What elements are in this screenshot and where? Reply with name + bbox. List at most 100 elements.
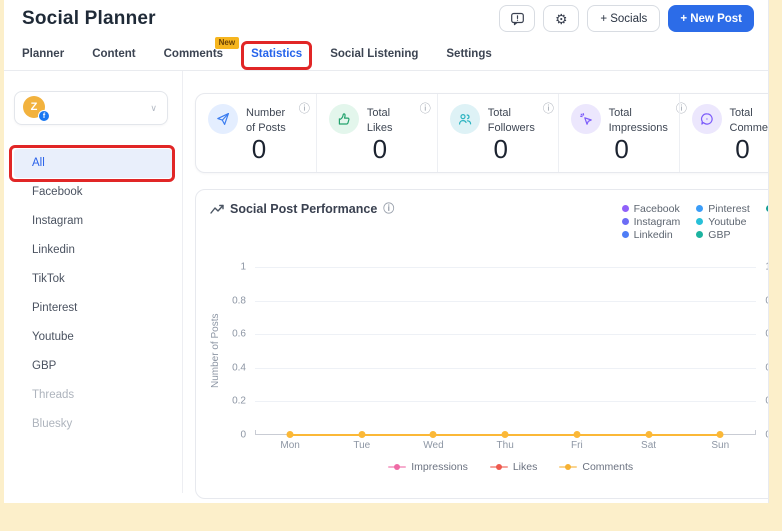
x-tick-label: Fri	[571, 440, 583, 451]
feedback-button[interactable]	[499, 5, 536, 32]
tab-statistics[interactable]: Statistics	[241, 41, 313, 70]
tab-social-listening[interactable]: Social Listening	[330, 48, 418, 70]
sidebar-item-tiktok[interactable]: TikTok	[14, 265, 172, 294]
chevron-down-icon: ∨	[150, 102, 157, 113]
legend-label: Impressions	[411, 461, 468, 473]
stat-total-followers: Total Followers ⓘ 0	[436, 94, 558, 172]
x-tick-label: Thu	[496, 440, 514, 451]
series-legend: Impressions Likes Comments	[210, 461, 768, 473]
thumbs-up-icon	[338, 113, 350, 125]
legend-item-facebook[interactable]: Facebook	[621, 202, 681, 215]
gridline	[255, 267, 757, 268]
y-tick: 0.4	[765, 362, 768, 373]
data-point-dot	[716, 431, 724, 438]
stat-value: 0	[614, 133, 629, 164]
legend-dot	[696, 205, 704, 212]
tab-settings[interactable]: Settings	[446, 48, 491, 70]
chart-title: Social Post Performance	[230, 202, 378, 216]
sidebar-item-youtube[interactable]: Youtube	[14, 323, 172, 352]
header-actions: ⚙ + Socials + New Post	[499, 5, 754, 32]
sidebar-item-gbp[interactable]: GBP	[14, 352, 172, 381]
account-avatar: Z f	[23, 96, 50, 122]
legend-marker	[388, 463, 407, 471]
legend-marker	[559, 463, 578, 471]
info-icon[interactable]: ⓘ	[383, 203, 394, 215]
cursor-click-icon	[579, 113, 592, 125]
y-tick: 0.6	[765, 329, 768, 340]
sidebar-item-all[interactable]: All	[9, 145, 175, 182]
legend-dot	[696, 218, 704, 225]
legend-impressions[interactable]: Impressions	[388, 461, 468, 473]
new-post-button[interactable]: + New Post	[668, 5, 754, 32]
legend-item-youtube[interactable]: Youtube	[696, 215, 749, 228]
sidebar-item-pinterest[interactable]: Pinterest	[14, 294, 172, 323]
legend-comments[interactable]: Comments	[559, 461, 633, 473]
legend-label: Instagram	[633, 215, 681, 228]
stat-label: Total Impressions	[608, 107, 668, 134]
stat-value: 0	[372, 133, 388, 164]
stat-label: Number of Posts	[246, 107, 286, 134]
legend-item-linkedin[interactable]: Linkedin	[621, 228, 681, 241]
settings-button[interactable]: ⚙	[543, 5, 580, 32]
legend-label: Comments	[582, 461, 634, 473]
y-tick: 0	[240, 429, 246, 441]
legend-label: Linkedin	[633, 228, 673, 241]
legend-likes[interactable]: Likes	[489, 461, 537, 473]
facebook-badge-icon: f	[38, 110, 50, 122]
stat-total-impressions: Total Impressions ⓘ 0	[557, 94, 687, 172]
legend-item-tiktok[interactable]: Tiktok	[765, 202, 768, 215]
sidebar-item-facebook[interactable]: Facebook	[14, 178, 172, 207]
data-point-dot	[286, 431, 294, 438]
info-icon[interactable]: ⓘ	[543, 104, 554, 115]
legend-item-gbp[interactable]: GBP	[696, 228, 749, 241]
data-point-dot	[501, 431, 509, 438]
stat-value: 0	[735, 133, 750, 164]
stat-label: Total Likes	[366, 107, 393, 134]
legend-item-instagram[interactable]: Instagram	[621, 215, 681, 228]
x-tick-label: Mon	[280, 440, 300, 451]
legend-dot	[696, 231, 704, 238]
legend-dot	[621, 218, 629, 225]
tab-comments[interactable]: Comments New	[164, 37, 240, 70]
y-ticks-right: 1 0.8 0.6 0.4 0.2 0	[756, 262, 768, 441]
info-icon[interactable]: ⓘ	[299, 104, 310, 115]
feedback-icon	[510, 12, 524, 25]
legend-dot	[765, 205, 768, 212]
send-icon	[217, 113, 229, 125]
sidebar-item-linkedin[interactable]: Linkedin	[14, 236, 172, 265]
legend-label: GBP	[708, 228, 731, 241]
y-tick: 1	[765, 262, 768, 273]
legend-dot	[621, 205, 629, 212]
account-selector[interactable]: Z f ∨	[14, 91, 168, 125]
data-point-dot	[429, 431, 437, 438]
app-header: Social Planner ⚙ + Socials + New Post	[4, 0, 768, 32]
sidebar-item-instagram[interactable]: Instagram	[14, 207, 172, 236]
tab-content[interactable]: Content	[92, 48, 135, 70]
y-tick: 1	[240, 261, 246, 273]
sidebar-item-bluesky: Bluesky	[32, 418, 73, 430]
legend-item-pinterest[interactable]: Pinterest	[696, 202, 750, 215]
y-tick: 0.6	[232, 328, 246, 340]
network-filter-list: All Facebook Instagram Linkedin TikTok P…	[4, 145, 182, 439]
plot-area: Mon Tue Wed Thu Fri Sat Sun	[255, 267, 757, 451]
gridline	[255, 401, 757, 403]
stat-total-comments: Total Comments ⓘ 0	[678, 94, 769, 172]
y-ticks-left: 1 0.8 0.6 0.4 0.2 0	[225, 262, 255, 441]
x-tick-label: Tue	[353, 440, 371, 451]
tab-planner[interactable]: Planner	[22, 48, 64, 70]
tab-bar: Planner Content Comments New Statistics …	[4, 32, 768, 71]
data-point-dot	[573, 431, 581, 438]
y-axis-label-left: Number of Posts	[210, 313, 221, 389]
stat-total-likes: Total Likes ⓘ 0	[315, 94, 437, 172]
info-icon[interactable]: ⓘ	[420, 104, 431, 115]
data-point-dot	[358, 431, 366, 438]
stats-summary-card: Number of Posts ⓘ 0 Total Likes ⓘ 0 Tota…	[195, 93, 769, 173]
stat-label: Total Comments	[729, 107, 769, 134]
social-planner-app: Social Planner ⚙ + Socials + New Post Pl…	[4, 0, 769, 503]
comment-icon	[700, 113, 713, 125]
y-tick: 0.8	[765, 295, 768, 306]
gear-icon: ⚙	[555, 10, 568, 27]
socials-button[interactable]: + Socials	[587, 5, 661, 32]
x-tick-label: Sat	[641, 440, 657, 451]
sidebar-item-threads: Threads	[32, 389, 75, 401]
